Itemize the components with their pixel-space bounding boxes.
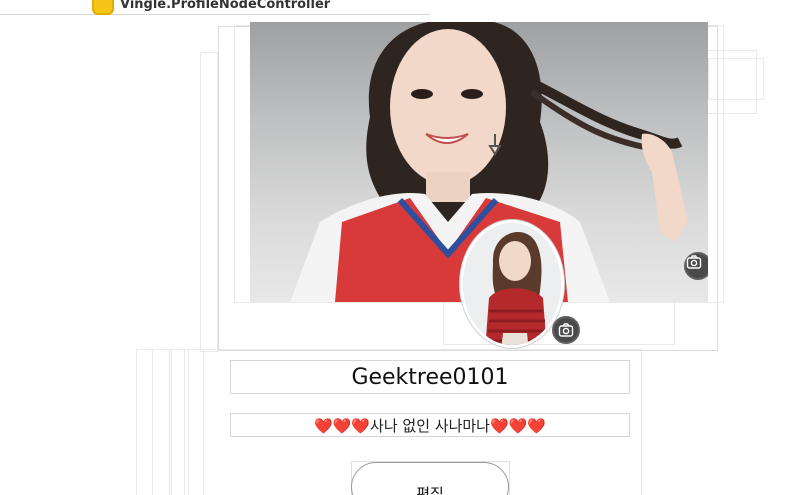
camera-icon xyxy=(558,323,574,337)
layer-frame xyxy=(184,349,204,495)
bio-container: ❤️❤️❤️사나 없인 사나마나❤️❤️❤️ xyxy=(230,413,630,437)
layer-frame xyxy=(708,58,764,100)
profile-avatar[interactable] xyxy=(460,220,564,348)
edit-profile-label: 편집 xyxy=(416,485,444,495)
edit-profile-button[interactable]: 편집 xyxy=(351,462,509,495)
bio: ❤️❤️❤️사나 없인 사나마나❤️❤️❤️ xyxy=(314,416,546,435)
avatar-camera-button[interactable] xyxy=(552,316,580,344)
username-container: Geektree0101 xyxy=(230,360,630,394)
username: Geektree0101 xyxy=(351,364,509,390)
controller-icon xyxy=(92,0,114,15)
camera-icon xyxy=(686,255,702,269)
cover-camera-button[interactable] xyxy=(684,252,708,280)
controller-label: Vingle.ProfileNodeController xyxy=(120,0,331,12)
layer-frame xyxy=(200,52,218,352)
controller-tag: Vingle.ProfileNodeController xyxy=(92,0,330,16)
